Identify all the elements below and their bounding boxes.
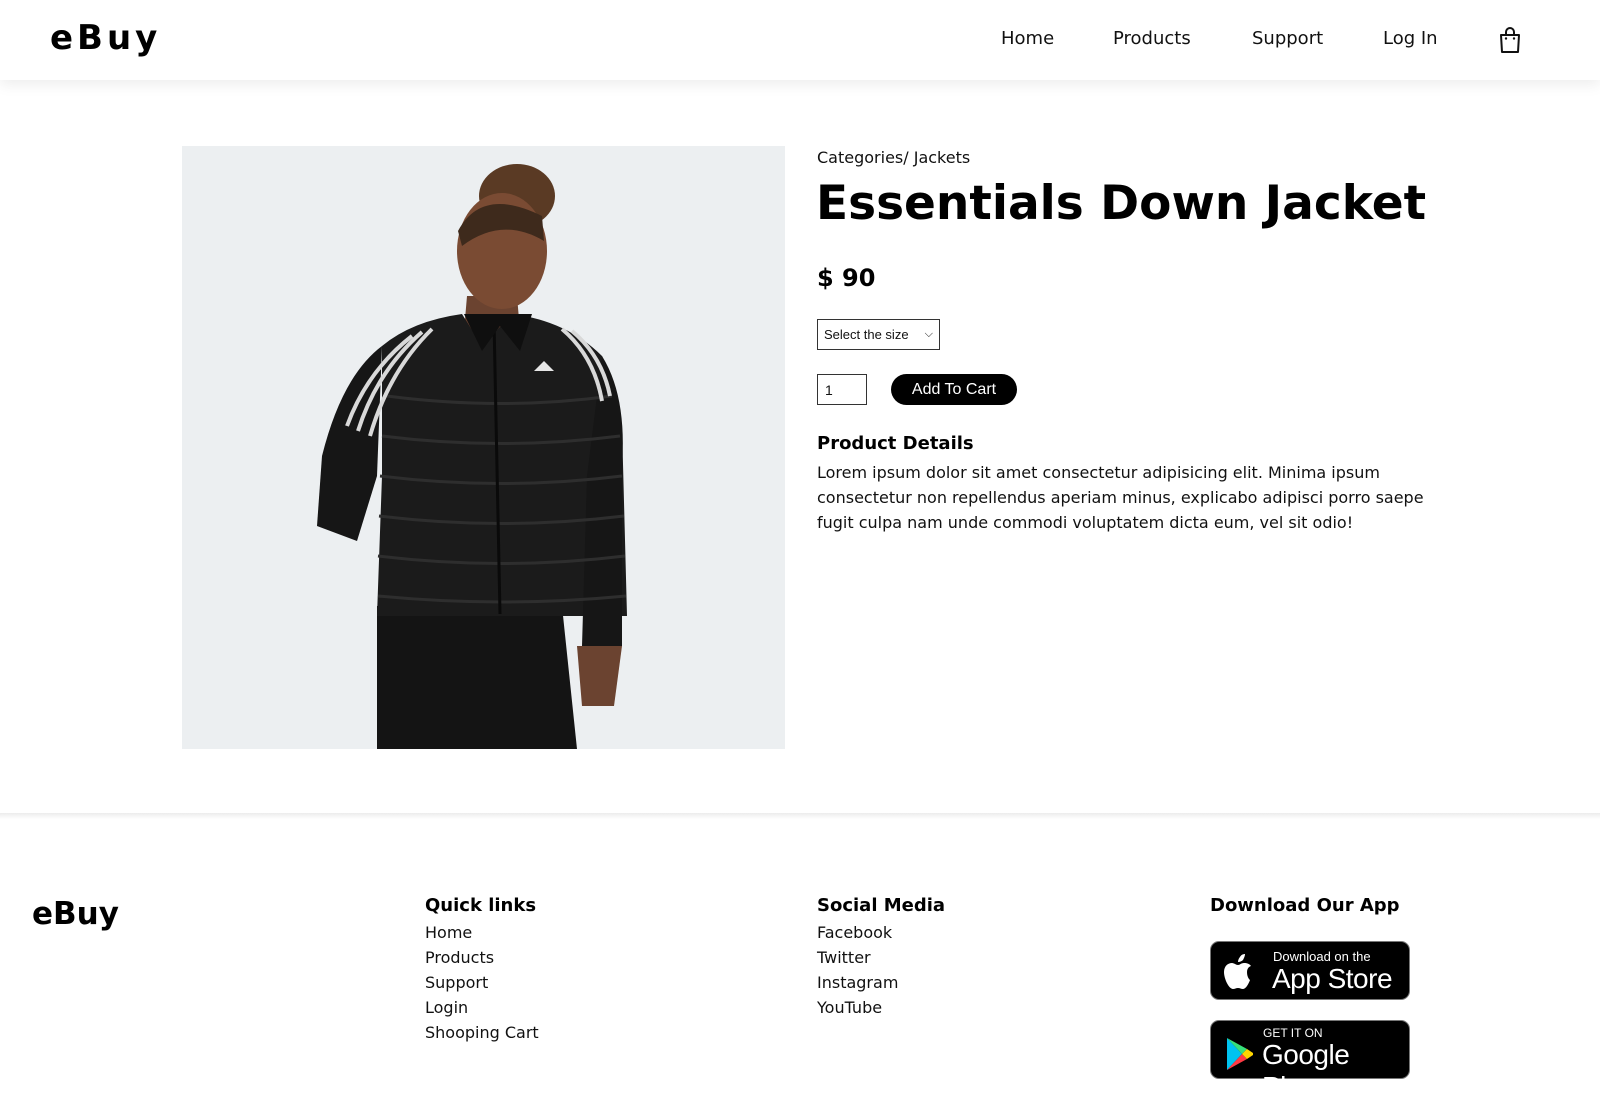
product-title: Essentials Down Jacket xyxy=(816,176,1427,231)
app-store-big-text: App Store xyxy=(1272,963,1393,994)
footer-link-support[interactable]: Support xyxy=(425,970,539,995)
product-details-heading: Product Details xyxy=(817,433,974,454)
size-select-value: Select the size xyxy=(824,327,909,342)
top-navbar: eBuy Home Products Support Log In xyxy=(0,0,1600,80)
google-play-icon xyxy=(1227,1038,1253,1070)
footer-link-facebook[interactable]: Facebook xyxy=(817,920,945,945)
quantity-input[interactable]: 1 xyxy=(817,374,867,405)
footer-link-login[interactable]: Login xyxy=(425,995,539,1020)
footer-link-instagram[interactable]: Instagram xyxy=(817,970,945,995)
product-details-text: Lorem ipsum dolor sit amet consectetur a… xyxy=(817,463,1424,532)
social-media-heading: Social Media xyxy=(817,895,946,916)
app-store-badge[interactable]: Download on the App Store xyxy=(1210,941,1410,1000)
size-select[interactable]: Select the size ⌵ xyxy=(817,319,940,350)
add-to-cart-button[interactable]: Add To Cart xyxy=(891,374,1017,405)
product-price: $ 90 xyxy=(817,264,876,292)
shopping-bag-icon[interactable] xyxy=(1497,26,1523,54)
nav-products-link[interactable]: Products xyxy=(1113,28,1191,49)
nav-home-link[interactable]: Home xyxy=(1001,28,1054,49)
footer-download-app: Download Our App xyxy=(1210,895,1400,920)
product-image xyxy=(182,146,785,749)
nav-login-link[interactable]: Log In xyxy=(1383,28,1438,49)
apple-icon xyxy=(1224,954,1251,989)
footer-link-home[interactable]: Home xyxy=(425,920,539,945)
google-play-small-text: GET IT ON xyxy=(1263,1026,1323,1040)
footer-social-media: Social Media Facebook Twitter Instagram … xyxy=(817,895,945,1020)
footer-link-youtube[interactable]: YouTube xyxy=(817,995,945,1020)
footer-link-shopping-cart[interactable]: Shooping Cart xyxy=(425,1020,539,1045)
chevron-down-icon: ⌵ xyxy=(924,328,933,340)
google-play-badge[interactable]: GET IT ON Google Play xyxy=(1210,1020,1410,1102)
site-logo[interactable]: eBuy xyxy=(50,18,161,58)
footer-quick-links: Quick links Home Products Support Login … xyxy=(425,895,539,1045)
footer-link-products[interactable]: Products xyxy=(425,945,539,970)
nav-support-link[interactable]: Support xyxy=(1252,28,1323,49)
footer-link-twitter[interactable]: Twitter xyxy=(817,945,945,970)
footer-logo[interactable]: eBuy xyxy=(32,896,119,932)
app-store-small-text: Download on the xyxy=(1273,949,1371,964)
google-play-big-text: Google Play xyxy=(1262,1039,1350,1102)
quick-links-heading: Quick links xyxy=(425,895,537,916)
breadcrumb[interactable]: Categories/ Jackets xyxy=(817,148,970,167)
footer-divider xyxy=(0,813,1600,819)
download-app-heading: Download Our App xyxy=(1210,895,1400,916)
